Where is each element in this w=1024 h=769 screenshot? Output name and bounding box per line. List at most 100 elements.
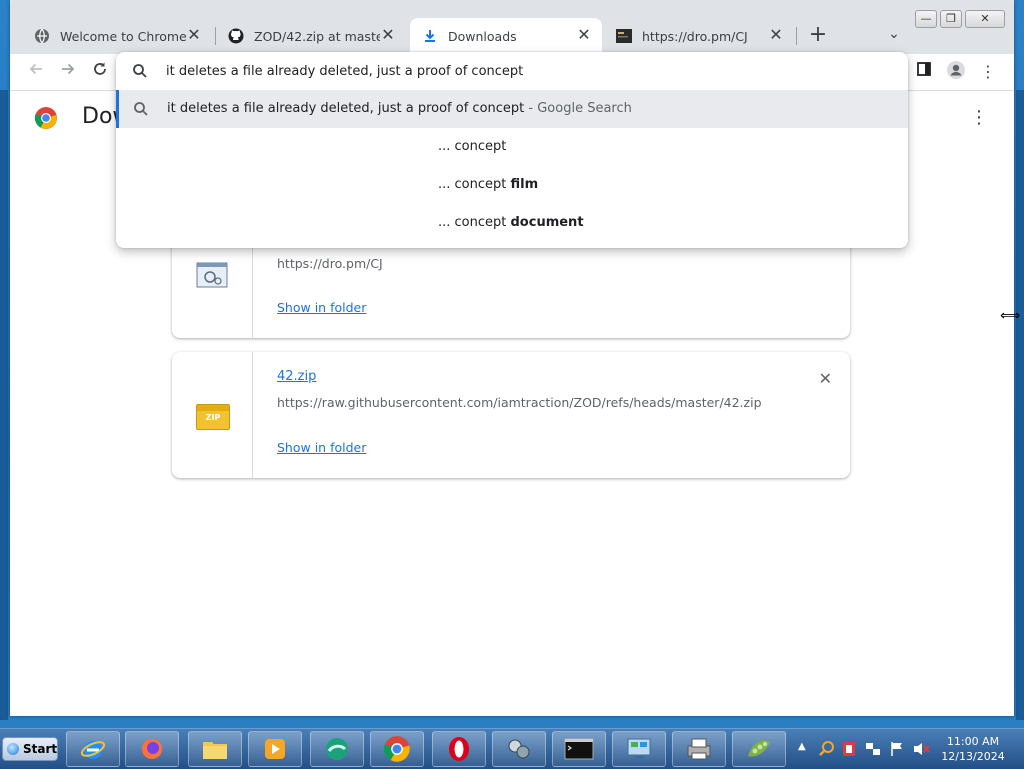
zip-file-icon: ZIP — [196, 404, 230, 430]
download-icon — [422, 28, 438, 44]
avatar-icon — [947, 61, 965, 79]
kebab-menu-icon: ⋮ — [980, 62, 996, 81]
taskbar-app[interactable] — [310, 731, 364, 767]
forward-button[interactable] — [56, 60, 80, 84]
network-icon — [508, 739, 530, 759]
close-window-button[interactable]: ✕ — [965, 10, 1005, 28]
tray-network-icon[interactable] — [864, 740, 882, 758]
remove-download-button[interactable]: ✕ — [819, 369, 832, 388]
suggestion-text: it deletes a file already deleted, just … — [167, 101, 632, 116]
clock-date: 12/13/2024 — [941, 750, 1005, 763]
resize-cursor-icon: ⟺ — [1000, 308, 1021, 324]
chrome-logo-icon — [34, 106, 58, 130]
omnibox-dropdown: it deletes a file already deleted, just … — [116, 52, 908, 248]
suggestion-item[interactable]: ... concept — [116, 128, 908, 166]
taskbar-printer[interactable] — [672, 731, 726, 767]
download-url[interactable]: https://dro.pm/CJ — [277, 256, 383, 271]
download-file-name[interactable]: 42.zip — [277, 369, 316, 384]
side-panel-button[interactable] — [912, 60, 936, 84]
opera-icon — [449, 737, 469, 761]
search-icon — [134, 102, 148, 116]
suggestion-text: ... concept — [438, 139, 507, 154]
control-panel-icon — [627, 738, 651, 759]
tray-expand-icon[interactable]: ▲ — [798, 741, 806, 752]
internet-explorer-icon — [80, 741, 106, 759]
tab-search-button[interactable]: ⌄ — [884, 26, 904, 46]
terminal-favicon-icon — [616, 28, 632, 44]
address-bar-input[interactable] — [166, 60, 866, 82]
tab-strip: Welcome to Chrome ✕ ZOD/42.zip at master… — [10, 0, 1014, 54]
taskbar-network[interactable] — [492, 731, 546, 767]
profile-button[interactable] — [944, 60, 968, 84]
desktop-edge-left — [0, 90, 8, 720]
taskbar-cmd[interactable] — [552, 731, 606, 767]
tab-close-icon[interactable]: ✕ — [768, 27, 784, 43]
restore-button[interactable]: ❐ — [940, 10, 962, 28]
tab-close-icon[interactable]: ✕ — [186, 27, 202, 43]
arrow-left-icon — [29, 63, 42, 75]
taskbar-ie[interactable] — [66, 731, 120, 767]
tab-dro-pm[interactable]: https://dro.pm/CJ ✕ — [604, 18, 794, 54]
firefox-icon — [142, 739, 162, 759]
download-icon-column: ZIP — [172, 352, 253, 478]
globe-icon — [34, 28, 50, 44]
cmd-icon — [564, 738, 594, 760]
suggestion-text: ... concept document — [438, 215, 584, 230]
omnibox-input-row — [116, 52, 908, 90]
taskbar-opera[interactable] — [432, 731, 486, 767]
page-menu-button[interactable]: ⋮ — [970, 107, 988, 128]
arrow-right-icon — [62, 63, 75, 75]
reload-icon — [94, 62, 106, 75]
download-url[interactable]: https://raw.githubusercontent.com/iamtra… — [277, 395, 762, 410]
side-panel-icon — [917, 62, 931, 76]
tray-flag-icon[interactable] — [888, 740, 906, 758]
search-icon — [133, 64, 147, 78]
tab-title: Welcome to Chrome — [60, 28, 187, 44]
tray-volume-muted-icon[interactable] — [912, 740, 930, 758]
tab-title: Downloads — [448, 28, 517, 44]
folder-icon — [203, 742, 227, 759]
tab-title: ZOD/42.zip at master · i — [254, 28, 380, 44]
chrome-menu-button[interactable]: ⋮ — [976, 60, 1000, 84]
taskbar-explorer[interactable] — [188, 731, 242, 767]
zip-label: ZIP — [205, 413, 221, 422]
taskbar-control-panel[interactable] — [612, 731, 666, 767]
chrome-window: Welcome to Chrome ✕ ZOD/42.zip at master… — [10, 0, 1014, 716]
new-tab-button[interactable]: + — [806, 24, 830, 48]
taskbar-firefox[interactable] — [125, 731, 179, 767]
tray-search-icon[interactable] — [818, 740, 836, 758]
taskbar: Start ▲ 11:00 AM 12/13/2024 — [0, 728, 1024, 769]
suggestion-item[interactable]: ... concept film — [116, 166, 908, 204]
github-icon — [228, 28, 244, 44]
exe-file-icon — [196, 262, 228, 288]
suggestion-item[interactable]: ... concept document — [116, 204, 908, 242]
media-player-icon — [265, 739, 285, 759]
show-in-folder-link[interactable]: Show in folder — [277, 300, 366, 315]
start-button[interactable]: Start — [2, 737, 58, 761]
taskbar-chrome[interactable] — [370, 731, 424, 767]
taskbar-peas[interactable] — [732, 731, 786, 767]
close-icon: ✕ — [818, 369, 832, 388]
taskbar-media-player[interactable] — [248, 731, 302, 767]
kebab-menu-icon: ⋮ — [970, 107, 988, 128]
windows-orb-icon — [7, 743, 19, 755]
tab-close-icon[interactable]: ✕ — [576, 27, 592, 43]
printer-icon — [687, 738, 711, 760]
show-in-folder-link[interactable]: Show in folder — [277, 440, 366, 455]
reload-button[interactable] — [88, 60, 112, 84]
back-button[interactable] — [24, 60, 48, 84]
clock-time: 11:00 AM — [946, 735, 1000, 748]
tab-downloads[interactable]: Downloads ✕ — [410, 18, 602, 54]
app-globe-icon — [326, 738, 348, 760]
download-card: ZIP 42.zip ✕ https://raw.githubuserconte… — [172, 352, 850, 478]
taskbar-clock[interactable]: 11:00 AM 12/13/2024 — [938, 734, 1008, 764]
tab-github[interactable]: ZOD/42.zip at master · i ✕ — [216, 18, 406, 54]
tray-shield-icon[interactable] — [840, 740, 858, 758]
suggestion-google-search[interactable]: it deletes a file already deleted, just … — [116, 90, 908, 128]
tab-separator — [796, 27, 797, 45]
peas-icon — [748, 740, 770, 757]
chrome-icon — [384, 736, 410, 762]
tab-close-icon[interactable]: ✕ — [380, 27, 396, 43]
minimize-button[interactable]: — — [915, 10, 937, 28]
tab-welcome[interactable]: Welcome to Chrome ✕ — [22, 18, 212, 54]
